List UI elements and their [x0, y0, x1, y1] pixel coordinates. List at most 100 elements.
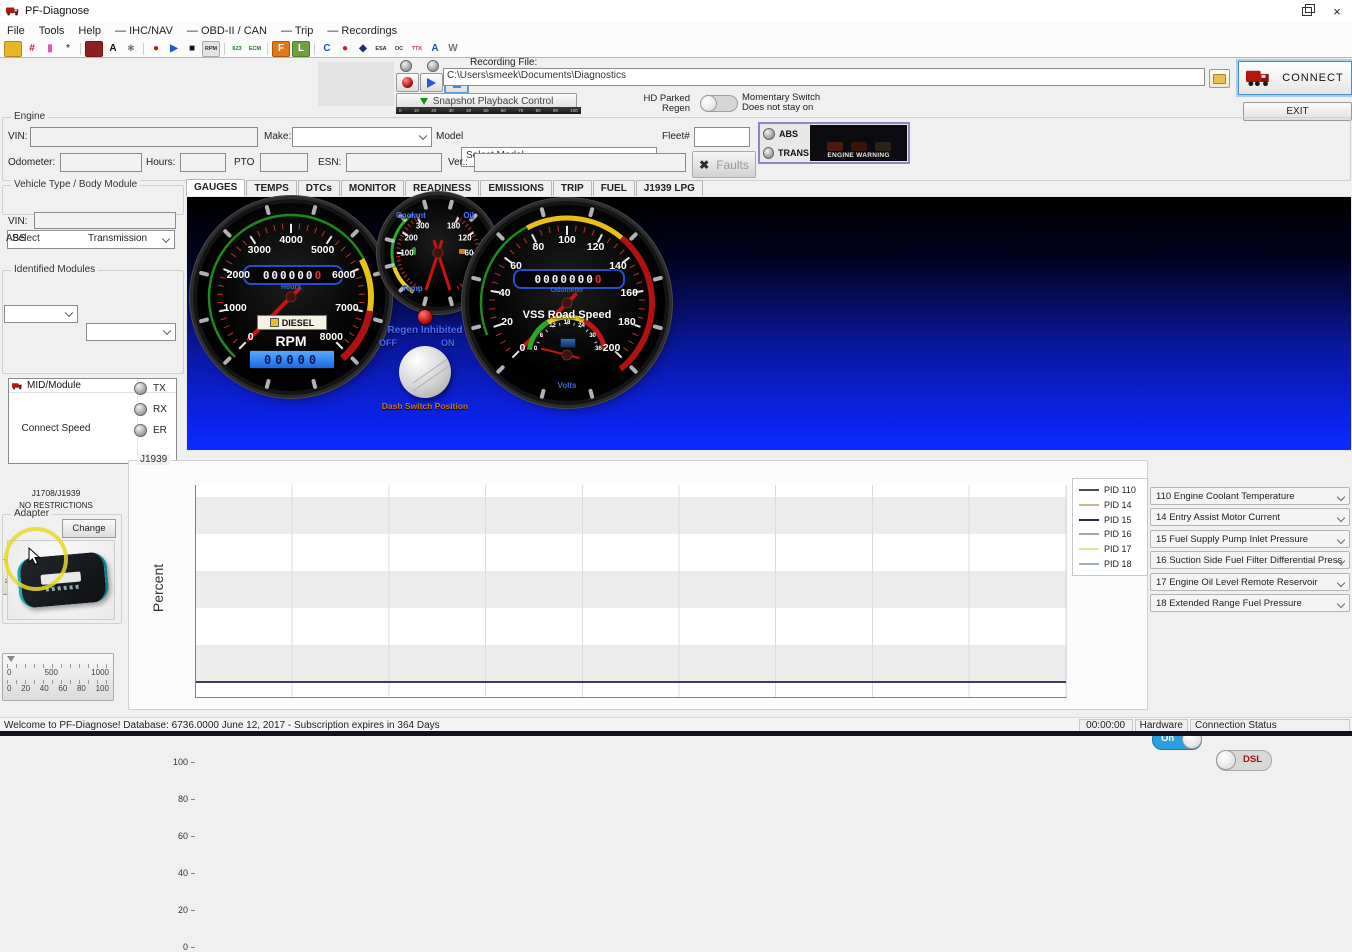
shutoff-icon[interactable]: F	[272, 41, 290, 57]
ver-label: Ver.:	[448, 157, 468, 168]
settings-gear-icon[interactable]: *	[60, 42, 76, 56]
pid-select-16[interactable]: 16 Suction Side Fuel Filter Differential…	[1150, 551, 1350, 569]
gauge-tick-label: 200	[404, 233, 417, 242]
ic-bus-icon[interactable]: OC	[391, 42, 407, 56]
notes-icon[interactable]: ▮	[42, 42, 58, 56]
make-combo[interactable]	[292, 127, 432, 147]
pid-select-14[interactable]: 14 Entry Assist Motor Current	[1150, 508, 1350, 526]
record-icon[interactable]: ●	[148, 42, 164, 56]
change-label: Change	[72, 523, 105, 534]
legend-item: PID 16	[1079, 529, 1141, 539]
close-window-button[interactable]: ×	[1322, 1, 1352, 21]
pid-select-15[interactable]: 15 Fuel Supply Pump Inlet Pressure	[1150, 530, 1350, 548]
gauge-tick-label: 160	[620, 287, 638, 299]
tab-emissions[interactable]: EMISSIONS	[480, 180, 552, 197]
chart-y-axis-title: Percent	[150, 558, 166, 618]
status-bar: Welcome to PF-Diagnose! Database: 6736.0…	[0, 717, 1352, 732]
menu-item[interactable]: — Trip	[274, 25, 320, 37]
menu-item[interactable]: File	[0, 25, 32, 37]
status-message: Welcome to PF-Diagnose! Database: 6736.0…	[4, 720, 440, 731]
play-icon[interactable]: ▶	[166, 42, 182, 56]
warning-leds: ABS TRANS	[760, 124, 809, 162]
tab-readiness[interactable]: READINESS	[405, 180, 479, 197]
comm-led-er: ER	[134, 424, 167, 437]
ecm-icon[interactable]: ECM	[247, 42, 263, 56]
change-adapter-button[interactable]: Change	[62, 519, 116, 538]
legend-label: PID 15	[1104, 515, 1132, 525]
clear-codes-icon[interactable]: ∗	[123, 42, 139, 56]
pid-select-18[interactable]: 18 Extended Range Fuel Pressure	[1150, 594, 1350, 612]
tab-fuel[interactable]: FUEL	[593, 180, 635, 197]
open-folder-icon[interactable]	[4, 41, 22, 57]
hours-odometer-label: Hours	[197, 284, 385, 291]
menu-item[interactable]: — OBD-II / CAN	[180, 25, 274, 37]
allison-brand-icon[interactable]: A	[427, 42, 443, 56]
stop-icon[interactable]: ■	[184, 42, 200, 56]
dsl-toggle[interactable]: DSL	[1216, 750, 1272, 771]
wabco-brand-icon[interactable]: W	[445, 42, 461, 56]
hours-field[interactable]	[180, 153, 226, 172]
browse-folder-button[interactable]	[1209, 69, 1230, 88]
rpm-meter-icon[interactable]: RPM	[202, 41, 220, 57]
pto-field[interactable]	[260, 153, 308, 172]
odometer-field[interactable]	[60, 153, 142, 172]
cat-brand-icon[interactable]: C	[319, 42, 335, 56]
esa-icon[interactable]: ESA	[373, 42, 389, 56]
snapshot-slider[interactable]: 0102030405060708090100	[396, 107, 581, 114]
datalink-icon[interactable]: L	[292, 41, 310, 57]
menu-item[interactable]: Help	[71, 25, 108, 37]
y-tick-mark	[191, 836, 195, 837]
ttk-icon[interactable]: TTK	[409, 42, 425, 56]
window-title: PF-Diagnose	[25, 5, 89, 17]
sidebar-vin-label: VIN:	[8, 216, 27, 227]
detroit-brand-icon[interactable]: ●	[337, 42, 353, 56]
vin-field[interactable]	[30, 127, 258, 147]
pid-select-17[interactable]: 17 Engine Oil Level Remote Reservoir	[1150, 573, 1350, 591]
esn-field[interactable]	[346, 153, 442, 172]
y-tick-label: 100	[160, 757, 188, 767]
menu-item[interactable]: Tools	[32, 25, 72, 37]
play-button[interactable]	[420, 73, 443, 92]
legend-line-swatch	[1079, 548, 1099, 550]
ruler-tick: 10	[414, 108, 419, 113]
slider-marker-icon	[7, 656, 15, 662]
record-button[interactable]	[396, 73, 419, 92]
hours-odometer: 0000000	[243, 265, 343, 285]
tab-j1939-lpg[interactable]: J1939 LPG	[636, 180, 703, 197]
engine-warning-label: ENGINE WARNING	[827, 152, 889, 159]
hd-parked-regen-label: HD ParkedRegen	[628, 94, 690, 114]
cummins-brand-icon[interactable]: ◆	[355, 42, 371, 56]
vehicle-type-groupbox: Vehicle Type / Body Module	[2, 185, 184, 215]
regen-inhibited-label: Regen Inhibited	[373, 325, 477, 336]
dsl-toggle-label: DSL	[1243, 754, 1262, 765]
toolbar-separator	[224, 43, 225, 55]
legend-item: PID 18	[1079, 559, 1141, 569]
connect-button[interactable]: CONNECT	[1238, 61, 1352, 95]
tab-trip[interactable]: TRIP	[553, 180, 592, 197]
truck-icon[interactable]	[85, 41, 103, 57]
sidebar-vin-field[interactable]	[34, 212, 176, 229]
dtc-letter-icon[interactable]: A	[105, 42, 121, 56]
menu-item[interactable]: — IHC/NAV	[108, 25, 180, 37]
dash-switch-knob[interactable]	[399, 346, 451, 398]
faults-button[interactable]: ✖Faults	[692, 151, 756, 178]
tab-dtcs[interactable]: DTCs	[298, 180, 340, 197]
ver-field[interactable]	[474, 153, 686, 172]
y-tick-label: 0	[160, 942, 188, 952]
fleet-field[interactable]	[694, 127, 750, 147]
identified-modules-label: Identified Modules	[11, 264, 98, 275]
recording-file-input[interactable]: C:\Users\smeek\Documents\Diagnostics	[443, 68, 1205, 86]
tab-monitor[interactable]: MONITOR	[341, 180, 404, 197]
restore-window-button[interactable]	[1292, 1, 1322, 21]
dash-switch-label: Dash Switch Position	[371, 401, 479, 411]
hd-parked-regen-toggle[interactable]	[700, 95, 738, 112]
legend-item: PID 14	[1079, 500, 1141, 510]
control-strip: Recording File: C:\Users\smeek\Documents…	[0, 57, 1352, 115]
status-connection: Connection Status	[1190, 719, 1350, 732]
menu-item[interactable]: — Recordings	[320, 25, 404, 37]
j1587-icon[interactable]: 623	[229, 42, 245, 56]
pid-select-110[interactable]: 110 Engine Coolant Temperature	[1150, 487, 1350, 505]
connect-speed-widget[interactable]: 05001000 020406080100	[2, 653, 114, 701]
adapter-connect-icon[interactable]: #	[24, 42, 40, 56]
tab-temps[interactable]: TEMPS	[246, 180, 296, 197]
